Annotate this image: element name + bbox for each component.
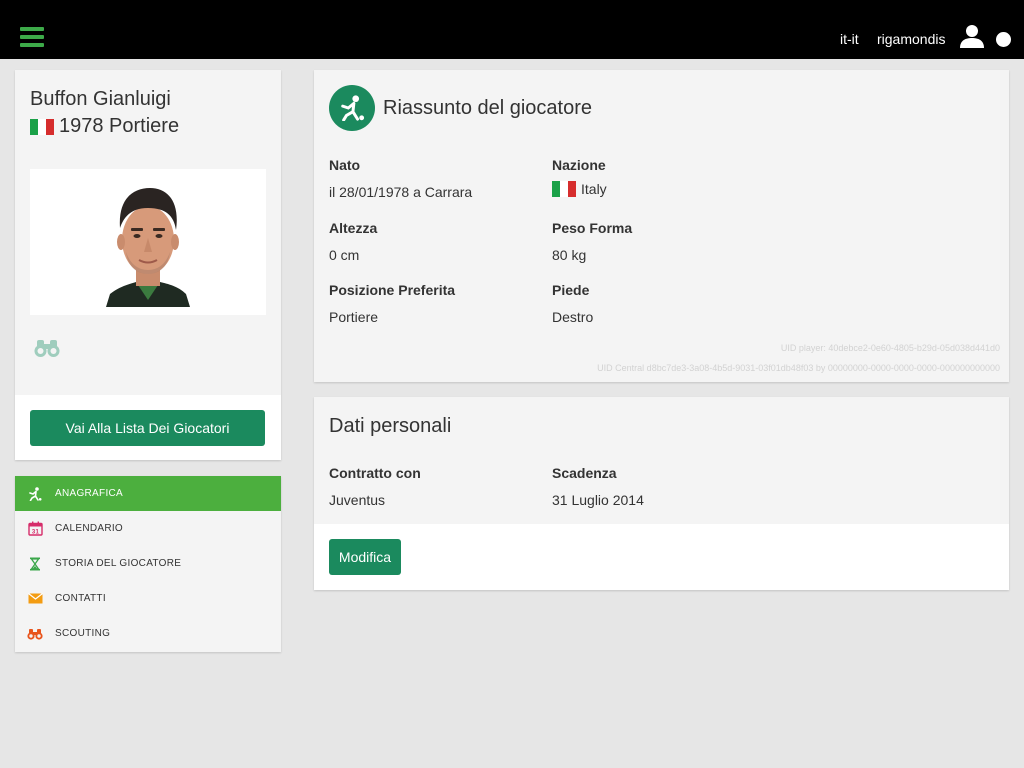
height-label: Altezza [329, 220, 378, 236]
position-value: Portiere [329, 309, 379, 325]
player-navigation-menu: ANAGRAFICA 31 CALENDARIO STORIA DEL GIOC… [15, 476, 281, 652]
menu-item-scouting[interactable]: SCOUTING [15, 616, 281, 651]
nation-value: Italy [581, 181, 607, 197]
personal-data-card: Dati personali Contratto con Juventus Sc… [314, 397, 1009, 590]
weight-label: Peso Forma [552, 220, 633, 236]
menu-item-label: ANAGRAFICA [55, 488, 124, 499]
menu-item-label: CONTATTI [55, 593, 106, 604]
menu-item-label: SCOUTING [55, 628, 111, 639]
menu-item-contatti[interactable]: CONTATTI [15, 581, 281, 616]
menu-item-label: STORIA DEL GIOCATORE [55, 558, 182, 569]
player-photo-frame [30, 169, 266, 315]
envelope-icon [27, 591, 43, 607]
top-bar: it-it rigamondis [0, 0, 1024, 59]
calendar-icon: 31 [27, 521, 43, 537]
expiry-label: Scadenza [552, 465, 617, 481]
expiry-value: 31 Luglio 2014 [552, 492, 644, 508]
menu-item-storia[interactable]: STORIA DEL GIOCATORE [15, 546, 281, 581]
profile-actions: Vai Alla Lista Dei Giocatori [15, 395, 281, 460]
position-label: Posizione Preferita [329, 282, 456, 298]
nation-value-row: Italy [552, 181, 607, 197]
uid-central: UID Central d8bc7de3-3a08-4b5d-9031-03f0… [597, 363, 1000, 373]
menu-item-anagrafica[interactable]: ANAGRAFICA [15, 476, 281, 511]
player-birth-role: 1978 Portiere [59, 115, 180, 137]
foot-value: Destro [552, 309, 594, 325]
menu-item-label: CALENDARIO [55, 523, 124, 534]
status-dot-icon [996, 32, 1011, 47]
player-photo [106, 188, 190, 307]
scouting-binoculars-icon [27, 626, 43, 642]
contract-label: Contratto con [329, 465, 421, 481]
edit-button[interactable]: Modifica [329, 539, 401, 575]
menu-item-calendario[interactable]: 31 CALENDARIO [15, 511, 281, 546]
player-list-button[interactable]: Vai Alla Lista Dei Giocatori [30, 410, 265, 446]
user-icon[interactable] [960, 24, 984, 48]
svg-text:31: 31 [31, 530, 39, 536]
personal-data-body: Dati personali Contratto con Juventus Sc… [314, 397, 1009, 524]
personal-title: Dati personali [329, 415, 452, 437]
hamburger-icon[interactable] [20, 27, 44, 47]
hourglass-icon [27, 556, 43, 572]
born-label: Nato [329, 157, 361, 173]
height-value: 0 cm [329, 247, 360, 263]
nation-label: Nazione [552, 157, 606, 173]
uid-player: UID player: 40debce2-0e60-4805-b29d-05d0… [780, 343, 1000, 353]
player-name: Buffon Gianluigi [30, 88, 171, 110]
italy-flag-icon [30, 118, 54, 135]
player-profile-card: Buffon Gianluigi 1978 Portiere Vai Alla … [15, 70, 281, 460]
player-kick-icon [329, 85, 375, 131]
born-value: il 28/01/1978 a Carrara [329, 184, 473, 200]
username-link[interactable]: rigamondis [877, 31, 945, 47]
italy-flag-icon [552, 181, 576, 197]
player-subtitle: 1978 Portiere [30, 115, 179, 138]
player-kick-icon [27, 486, 43, 502]
player-summary-card: Riassunto del giocatore Nato il 28/01/19… [314, 70, 1009, 382]
foot-label: Piede [552, 282, 590, 298]
contract-value: Juventus [329, 492, 386, 508]
summary-title: Riassunto del giocatore [383, 97, 593, 119]
locale-selector[interactable]: it-it [840, 31, 859, 47]
binoculars-icon[interactable] [34, 338, 60, 358]
weight-value: 80 kg [552, 247, 587, 263]
